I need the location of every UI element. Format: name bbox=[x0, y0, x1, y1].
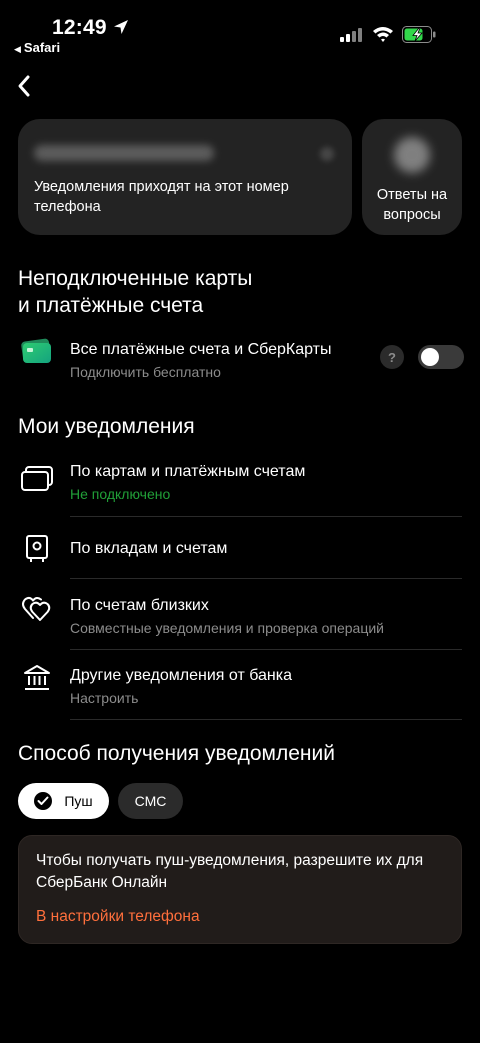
back-to-app-link[interactable]: ◀ Safari bbox=[14, 40, 60, 55]
help-button[interactable]: ? bbox=[380, 345, 404, 369]
all-accounts-subtitle: Подключить бесплатно bbox=[70, 364, 221, 380]
notif-item-relatives[interactable]: По счетам близких Совместные уведомления… bbox=[0, 585, 480, 649]
notif-item-title: Другие уведомления от банка bbox=[70, 667, 292, 684]
all-accounts-row: Все платёжные счета и СберКарты Подключи… bbox=[0, 335, 480, 385]
toggle-knob bbox=[421, 348, 439, 366]
status-time: 12:49 bbox=[52, 16, 107, 39]
notif-item-cards[interactable]: По картам и платёжным счетам Не подключе… bbox=[0, 455, 480, 517]
back-app-label: Safari bbox=[23, 40, 61, 55]
notif-item-title: По счетам близких bbox=[70, 597, 209, 614]
notif-item-status: Не подключено bbox=[70, 486, 171, 502]
divider bbox=[70, 649, 462, 650]
phone-number-card[interactable]: Уведомления приходят на этот номер телеф… bbox=[18, 119, 352, 235]
status-bar: 12:49 ◀ Safari bbox=[0, 0, 480, 60]
safe-icon bbox=[20, 532, 54, 566]
cellular-signal-icon bbox=[340, 28, 362, 42]
checkmark-icon bbox=[34, 792, 53, 810]
unconnected-section-title: Неподключенные карты и платёжные счета bbox=[18, 265, 252, 319]
all-accounts-toggle[interactable] bbox=[418, 345, 464, 369]
notif-item-title: По картам и платёжным счетам bbox=[70, 463, 306, 480]
sms-option-label: СМС bbox=[134, 793, 167, 809]
push-permission-card: Чтобы получать пуш-уведомления, разрешит… bbox=[18, 835, 462, 944]
unconnected-title-line2: и платёжные счета bbox=[18, 294, 204, 317]
blurred-indicator bbox=[320, 147, 334, 161]
back-triangle-icon: ◀ bbox=[14, 44, 21, 54]
wifi-icon bbox=[373, 27, 393, 42]
battery-charging-icon bbox=[402, 26, 436, 43]
location-arrow-icon bbox=[114, 20, 128, 34]
divider bbox=[70, 719, 462, 720]
my-notifications-title: Мои уведомления bbox=[18, 415, 195, 438]
notif-item-title: По вкладам и счетам bbox=[70, 540, 228, 557]
delivery-method-title: Способ получения уведомлений bbox=[18, 742, 335, 765]
faq-avatar-icon bbox=[394, 137, 430, 173]
notif-item-subtitle: Совместные уведомления и проверка операц… bbox=[70, 620, 384, 636]
faq-label: Ответы на вопросы bbox=[376, 187, 448, 223]
push-option-label: Пуш bbox=[64, 793, 93, 809]
back-button[interactable] bbox=[10, 70, 38, 102]
notif-item-deposits[interactable]: По вкладам и счетам bbox=[0, 520, 480, 578]
chevron-left-icon bbox=[18, 75, 30, 97]
masked-phone-number bbox=[34, 145, 214, 161]
notif-item-bank[interactable]: Другие уведомления от банка Настроить bbox=[0, 655, 480, 719]
all-accounts-title: Все платёжные счета и СберКарты bbox=[70, 341, 332, 358]
faq-card[interactable]: Ответы на вопросы bbox=[362, 119, 462, 235]
sms-option[interactable]: СМС bbox=[118, 783, 183, 819]
phone-card-description: Уведомления приходят на этот номер телеф… bbox=[34, 179, 289, 215]
divider bbox=[70, 516, 462, 517]
hearts-icon bbox=[20, 591, 54, 625]
push-permission-text: Чтобы получать пуш-уведомления, разрешит… bbox=[36, 852, 424, 891]
cards-icon bbox=[20, 461, 54, 495]
notif-item-subtitle: Настроить bbox=[70, 690, 139, 706]
bank-icon bbox=[20, 661, 54, 695]
divider bbox=[70, 578, 462, 579]
unconnected-title-line1: Неподключенные карты bbox=[18, 267, 253, 290]
sbercard-icon bbox=[20, 335, 54, 369]
phone-settings-link[interactable]: В настройки телефона bbox=[36, 906, 200, 928]
push-option[interactable]: Пуш bbox=[18, 783, 109, 819]
